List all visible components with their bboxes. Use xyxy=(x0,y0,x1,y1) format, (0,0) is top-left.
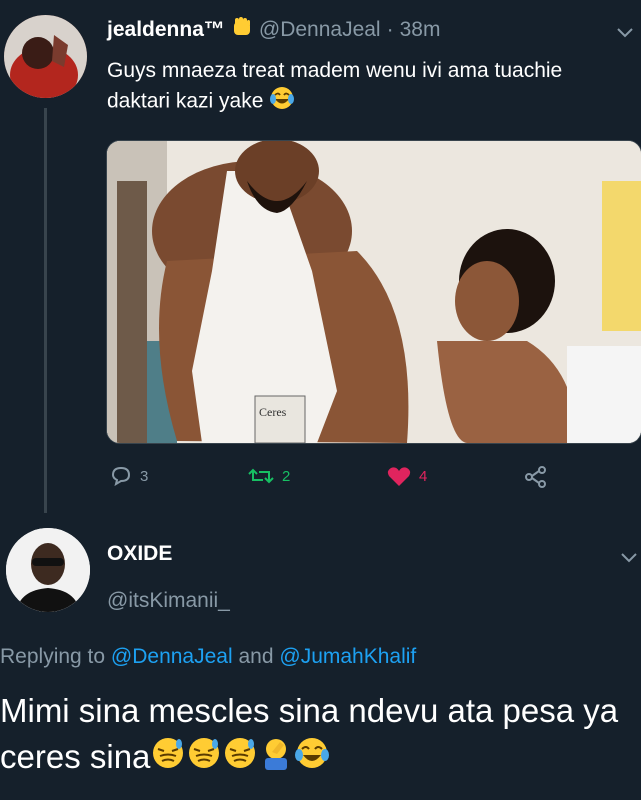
reply-action[interactable]: 3 xyxy=(110,466,148,486)
sad-but-relieved-icon xyxy=(222,736,258,782)
reply-author-handle[interactable]: @itsKimanii_ xyxy=(107,589,230,613)
tweet-author-name[interactable]: jealdenna™ xyxy=(107,18,225,42)
tweet-timestamp[interactable]: 38m xyxy=(400,18,441,42)
tweet-media-image[interactable]: Ceres xyxy=(106,140,641,444)
thread-line xyxy=(44,108,47,513)
reply-count: 3 xyxy=(140,467,149,485)
sad-but-relieved-icon xyxy=(186,736,222,782)
tears-of-joy-icon xyxy=(269,85,295,119)
tweet-author-avatar[interactable] xyxy=(4,15,87,98)
sad-but-relieved-icon xyxy=(150,736,186,782)
like-count: 4 xyxy=(419,468,428,485)
tweet-text: Guys mnaeza treat madem wenu ivi ama tua… xyxy=(107,59,563,113)
replying-to-line: Replying to @DennaJeal and @JumahKhalif xyxy=(0,645,416,669)
tweet-menu-chevron-icon[interactable] xyxy=(617,22,633,43)
tweet-body: Guys mnaeza treat madem wenu ivi ama tua… xyxy=(107,56,622,119)
reply-emojis xyxy=(150,738,330,775)
heart-icon xyxy=(387,467,411,486)
reply-body: Mimi sina mescles sina ndevu ata pesa ya… xyxy=(0,688,641,782)
mention-dennajeal[interactable]: @DennaJeal xyxy=(111,645,233,668)
mention-jumahkhalif[interactable]: @JumahKhalif xyxy=(279,645,416,668)
reply-author-avatar[interactable] xyxy=(6,528,90,612)
tweet-author-handle[interactable]: @DennaJeal xyxy=(259,18,381,42)
reply-author-name[interactable]: OXIDE xyxy=(107,542,172,566)
facepalm-icon xyxy=(258,736,294,782)
raised-fist-icon xyxy=(231,16,253,43)
retweet-action[interactable]: 2 xyxy=(248,466,290,486)
dot-separator: · xyxy=(386,17,394,41)
replying-to-prefix: Replying to xyxy=(0,645,106,668)
media-box-label: Ceres xyxy=(259,405,287,419)
tears-of-joy-icon xyxy=(294,736,330,782)
tweet-header: jealdenna™ @DennaJeal · 38m xyxy=(107,16,440,43)
reply-icon xyxy=(111,466,131,486)
retweet-icon xyxy=(248,468,274,484)
share-action[interactable] xyxy=(524,466,548,488)
retweet-count: 2 xyxy=(282,467,291,485)
reply-menu-chevron-icon[interactable] xyxy=(621,547,637,568)
like-action[interactable]: 4 xyxy=(387,466,427,487)
share-icon xyxy=(525,466,546,488)
and-word: and xyxy=(238,645,274,668)
